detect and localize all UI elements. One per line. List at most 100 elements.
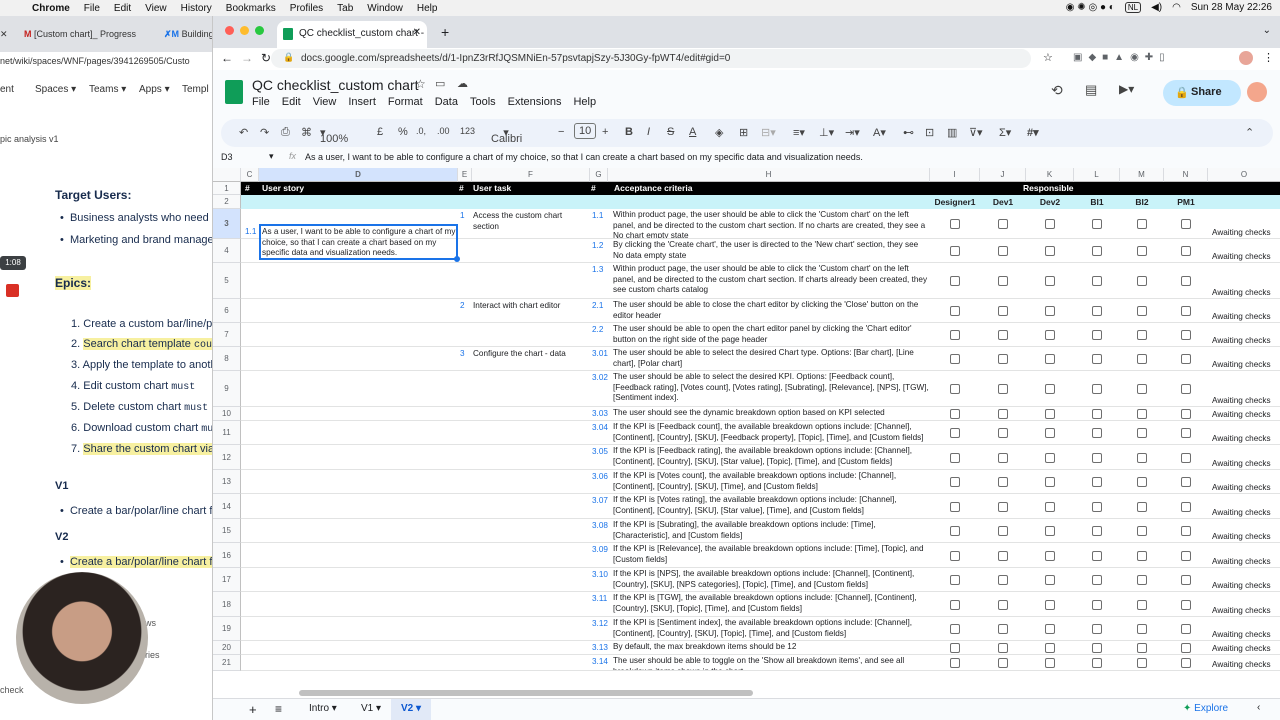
responsible-checkbox[interactable]	[950, 658, 960, 668]
responsible-checkbox[interactable]	[998, 354, 1008, 364]
text-color-icon[interactable]: A	[689, 126, 696, 138]
row-header-2[interactable]: 2	[213, 195, 241, 209]
responsible-checkbox[interactable]	[998, 550, 1008, 561]
sheets-menu-format[interactable]: Format	[388, 96, 423, 108]
responsible-checkbox[interactable]	[1137, 452, 1147, 463]
responsible-checkbox[interactable]	[1137, 477, 1147, 487]
status-cell[interactable]: Awaiting checks	[1212, 630, 1280, 641]
menu-history[interactable]: History	[181, 3, 212, 14]
responsible-checkbox[interactable]	[1137, 306, 1147, 316]
chrome-menu-icon[interactable]: ⋮	[1263, 51, 1274, 64]
responsible-checkbox[interactable]	[998, 219, 1008, 229]
responsible-checkbox[interactable]	[1092, 276, 1102, 286]
responsible-checkbox[interactable]	[950, 526, 960, 536]
responsible-checkbox[interactable]	[950, 276, 960, 286]
responsible-checkbox[interactable]	[1137, 246, 1147, 256]
acceptance-criteria-cell[interactable]: The user should be able to open the char…	[613, 324, 929, 347]
tab-search-icon[interactable]: ⌄	[1263, 25, 1271, 36]
font-size-decrease-icon[interactable]: −	[558, 126, 564, 138]
responsible-checkbox[interactable]	[1181, 306, 1191, 316]
responsible-checkbox[interactable]	[1045, 575, 1055, 585]
criteria-number[interactable]: 3.11	[592, 594, 608, 617]
sheets-menu-view[interactable]: View	[313, 96, 337, 108]
acceptance-criteria-cell[interactable]: Within product page, the user should be …	[613, 264, 929, 299]
responsible-checkbox[interactable]	[1045, 658, 1055, 668]
italic-icon[interactable]: I	[647, 126, 650, 138]
extension-icons[interactable]: ▣◆■▲◉✚▯	[1073, 52, 1171, 63]
horizontal-scrollbar[interactable]	[299, 690, 753, 696]
status-cell[interactable]: Awaiting checks	[1212, 312, 1280, 323]
responsible-checkbox[interactable]	[1137, 575, 1147, 585]
responsible-checkbox[interactable]	[998, 501, 1008, 512]
profile-avatar[interactable]	[1239, 51, 1253, 65]
responsible-checkbox[interactable]	[1137, 428, 1147, 438]
acceptance-criteria-cell[interactable]: By clicking the 'Create chart', the user…	[613, 240, 929, 263]
responsible-checkbox[interactable]	[998, 599, 1008, 610]
acceptance-criteria-cell[interactable]: The user should be able to select the de…	[613, 348, 929, 371]
responsible-checkbox[interactable]	[998, 276, 1008, 286]
tab-close-icon[interactable]: ✕	[413, 27, 421, 38]
responsible-checkbox[interactable]	[950, 246, 960, 256]
bg-close-icon[interactable]: ✕	[0, 29, 8, 40]
header-row-2[interactable]: Designer1 Dev1 Dev2 BI1 BI2 PM1	[241, 195, 1280, 209]
responsible-checkbox[interactable]	[1092, 599, 1102, 610]
responsible-checkbox[interactable]	[1092, 477, 1102, 487]
responsible-checkbox[interactable]	[1137, 330, 1147, 340]
merge-cells-icon[interactable]: ⊟▾	[761, 126, 776, 139]
responsible-checkbox[interactable]	[1092, 452, 1102, 463]
side-panel-toggle-icon[interactable]: ‹	[1257, 702, 1260, 713]
responsible-checkbox[interactable]	[950, 330, 960, 340]
more-formats-button[interactable]: 123	[460, 126, 475, 136]
row-header[interactable]: 13	[213, 470, 241, 494]
criteria-number[interactable]: 2.2	[592, 325, 608, 347]
record-stop-button[interactable]	[6, 284, 19, 297]
status-cell[interactable]: Awaiting checks	[1212, 557, 1280, 568]
row-header[interactable]: 9	[213, 371, 241, 407]
responsible-checkbox[interactable]	[1181, 354, 1191, 364]
responsible-checkbox[interactable]	[998, 452, 1008, 463]
datetime[interactable]: Sun 28 May 22:26	[1191, 2, 1272, 13]
acceptance-criteria-cell[interactable]: If the KPI is [Feedback count], the avai…	[613, 422, 929, 445]
text-rotate-icon[interactable]: A▾	[873, 126, 886, 139]
responsible-checkbox[interactable]	[998, 428, 1008, 438]
column-header-c[interactable]: C	[241, 168, 259, 182]
status-cell[interactable]: Awaiting checks	[1212, 660, 1280, 671]
collapse-toolbar-icon[interactable]: ⌃	[1245, 126, 1254, 139]
sheet-tab-v2[interactable]: V2 ▾	[391, 699, 432, 720]
formula-input[interactable]: As a user, I want to be able to configur…	[305, 152, 863, 162]
responsible-checkbox[interactable]	[1092, 409, 1102, 419]
status-cell[interactable]: Awaiting checks	[1212, 252, 1280, 263]
criteria-number[interactable]: 2.1	[592, 301, 608, 323]
responsible-checkbox[interactable]	[1137, 658, 1147, 668]
menu-file[interactable]: File	[84, 3, 100, 14]
sheets-menu-file[interactable]: File	[252, 96, 270, 108]
text-wrap-icon[interactable]: ⇥▾	[845, 126, 860, 139]
criteria-number[interactable]: 3.01	[592, 349, 608, 371]
insert-comment-icon[interactable]: ⊡	[925, 126, 934, 139]
forward-icon[interactable]: →	[241, 51, 253, 65]
responsible-checkbox[interactable]	[1181, 384, 1191, 394]
sheets-menu-insert[interactable]: Insert	[348, 96, 376, 108]
row-header[interactable]: 5	[213, 263, 241, 299]
share-button[interactable]: 🔒 Share	[1163, 80, 1241, 106]
responsible-checkbox[interactable]	[1092, 219, 1102, 229]
status-cell[interactable]: Awaiting checks	[1212, 606, 1280, 617]
column-header-l[interactable]: L	[1074, 168, 1120, 182]
responsible-checkbox[interactable]	[1137, 219, 1147, 229]
menu-help[interactable]: Help	[417, 3, 438, 14]
window-minimize-button[interactable]	[240, 26, 249, 35]
vertical-align-icon[interactable]: ⊥▾	[819, 126, 834, 139]
task-number[interactable]: 2	[460, 301, 470, 312]
criteria-number[interactable]: 3.09	[592, 545, 608, 568]
responsible-checkbox[interactable]	[1045, 477, 1055, 487]
row-header[interactable]: 10	[213, 407, 241, 421]
row-header[interactable]: 18	[213, 592, 241, 617]
responsible-checkbox[interactable]	[950, 599, 960, 610]
criteria-number[interactable]: 3.04	[592, 423, 608, 445]
responsible-checkbox[interactable]	[950, 643, 960, 653]
responsible-checkbox[interactable]	[1092, 306, 1102, 316]
responsible-checkbox[interactable]	[1181, 526, 1191, 536]
link-icon[interactable]: ⊷	[903, 126, 914, 139]
bg-tab-progress[interactable]: M [Custom chart]_ Progress	[24, 29, 136, 39]
row-header[interactable]: 21	[213, 655, 241, 671]
